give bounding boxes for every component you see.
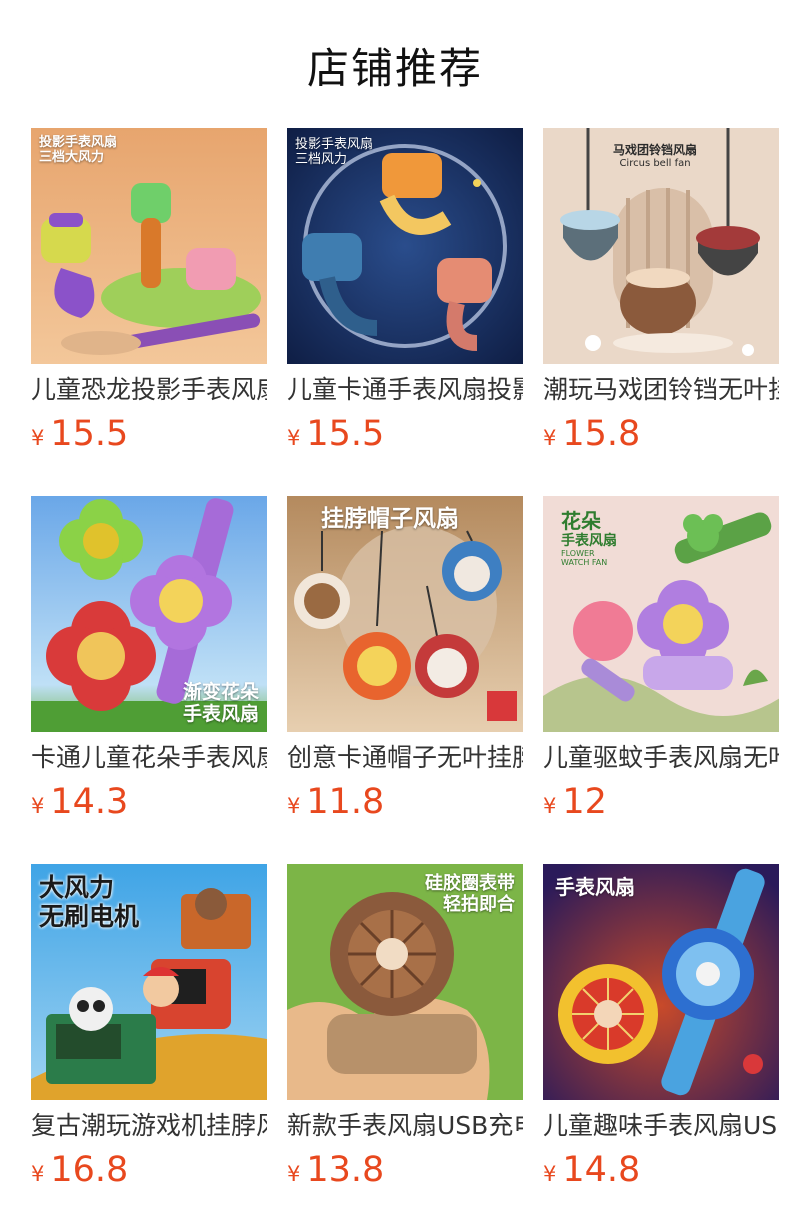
currency-symbol: ¥ bbox=[31, 426, 45, 450]
image-text: 投影手表风扇 bbox=[39, 135, 118, 150]
product-price: ¥ 12 bbox=[543, 782, 607, 826]
product-card[interactable]: 挂脖帽子风扇 创意卡通帽子无叶挂脖风扇 ¥ 11.8 bbox=[287, 496, 523, 836]
price-value: 11.8 bbox=[306, 782, 385, 822]
image-text: Circus bell fan bbox=[619, 157, 691, 169]
product-price: ¥ 15.8 bbox=[543, 414, 640, 458]
product-card[interactable]: 花朵 手表风扇 FLOWER WATCH FAN 儿童驱蚊手表风扇无叶 ¥ 12 bbox=[543, 496, 779, 836]
price-value: 15.5 bbox=[50, 414, 129, 454]
product-image[interactable]: 投影手表风扇 三档大风力 bbox=[31, 128, 267, 364]
image-text: 花朵 bbox=[561, 509, 601, 533]
product-price: ¥ 16.8 bbox=[31, 1150, 128, 1194]
product-title[interactable]: 潮玩马戏团铃铛无叶挂脖风扇 bbox=[543, 372, 779, 408]
product-title[interactable]: 儿童恐龙投影手表风扇 bbox=[31, 372, 267, 408]
price-value: 14.8 bbox=[562, 1150, 641, 1190]
product-card[interactable]: 马戏团铃铛风扇 Circus bell fan 潮玩马戏团铃铛无叶挂脖风扇 ¥ … bbox=[543, 128, 779, 468]
price-value: 15.8 bbox=[562, 414, 641, 454]
product-price: ¥ 15.5 bbox=[287, 414, 384, 458]
product-image[interactable]: 硅胶圈表带 轻拍即合 bbox=[287, 864, 523, 1100]
product-price: ¥ 15.5 bbox=[31, 414, 128, 458]
product-image[interactable]: 渐变花朵 手表风扇 bbox=[31, 496, 267, 732]
currency-symbol: ¥ bbox=[543, 1162, 557, 1186]
image-text: 马戏团铃铛风扇 bbox=[613, 143, 698, 157]
product-title[interactable]: 儿童趣味手表风扇USB bbox=[543, 1108, 779, 1144]
product-price: ¥ 14.3 bbox=[31, 782, 128, 826]
product-image[interactable]: 投影手表风扇 三档风力 bbox=[287, 128, 523, 364]
product-price: ¥ 11.8 bbox=[287, 782, 384, 826]
product-title[interactable]: 创意卡通帽子无叶挂脖风扇 bbox=[287, 740, 523, 776]
image-text: FLOWER bbox=[561, 549, 595, 559]
image-text: WATCH FAN bbox=[561, 558, 608, 568]
product-image[interactable]: 花朵 手表风扇 FLOWER WATCH FAN bbox=[543, 496, 779, 732]
currency-symbol: ¥ bbox=[543, 426, 557, 450]
currency-symbol: ¥ bbox=[31, 1162, 45, 1186]
image-text: 手表风扇 bbox=[561, 533, 617, 549]
image-text: 三档风力 bbox=[295, 151, 348, 167]
product-title[interactable]: 卡通儿童花朵手表风扇 bbox=[31, 740, 267, 776]
product-card[interactable]: 投影手表风扇 三档大风力 儿童恐龙投影手表风扇 ¥ 15.5 bbox=[31, 128, 267, 468]
image-text: 手表风扇 bbox=[182, 703, 259, 726]
image-text: 渐变花朵 bbox=[182, 681, 259, 704]
product-image[interactable]: 大风力 无刷电机 bbox=[31, 864, 267, 1100]
product-card[interactable]: 手表风扇 儿童趣味手表风扇USB ¥ 14.8 bbox=[543, 864, 779, 1204]
product-title[interactable]: 新款手表风扇USB充电 bbox=[287, 1108, 523, 1144]
product-title[interactable]: 儿童卡通手表风扇投影 bbox=[287, 372, 523, 408]
price-value: 14.3 bbox=[50, 782, 129, 822]
product-title[interactable]: 复古潮玩游戏机挂脖风扇 bbox=[31, 1108, 267, 1144]
image-text: 无刷电机 bbox=[39, 901, 140, 931]
product-image[interactable]: 手表风扇 bbox=[543, 864, 779, 1100]
image-text: 硅胶圈表带 bbox=[425, 873, 515, 894]
image-text: 挂脖帽子风扇 bbox=[321, 506, 459, 532]
image-text: 投影手表风扇 bbox=[295, 137, 374, 152]
product-image[interactable]: 挂脖帽子风扇 bbox=[287, 496, 523, 732]
price-value: 12 bbox=[562, 782, 607, 822]
image-text: 大风力 bbox=[39, 873, 115, 902]
currency-symbol: ¥ bbox=[287, 1162, 301, 1186]
product-price: ¥ 14.8 bbox=[543, 1150, 640, 1194]
currency-symbol: ¥ bbox=[31, 794, 45, 818]
product-grid: 投影手表风扇 三档大风力 儿童恐龙投影手表风扇 ¥ 15.5 投影手表风扇 三档… bbox=[0, 0, 790, 1232]
image-text: 手表风扇 bbox=[555, 875, 635, 899]
image-text: 三档大风力 bbox=[39, 149, 105, 165]
image-text: 轻拍即合 bbox=[443, 893, 515, 915]
currency-symbol: ¥ bbox=[543, 794, 557, 818]
product-card[interactable]: 大风力 无刷电机 复古潮玩游戏机挂脖风扇 ¥ 16.8 bbox=[31, 864, 267, 1204]
product-card[interactable]: 投影手表风扇 三档风力 儿童卡通手表风扇投影 ¥ 15.5 bbox=[287, 128, 523, 468]
product-image[interactable]: 马戏团铃铛风扇 Circus bell fan bbox=[543, 128, 779, 364]
product-price: ¥ 13.8 bbox=[287, 1150, 384, 1194]
currency-symbol: ¥ bbox=[287, 794, 301, 818]
price-value: 13.8 bbox=[306, 1150, 385, 1190]
currency-symbol: ¥ bbox=[287, 426, 301, 450]
price-value: 16.8 bbox=[50, 1150, 129, 1190]
product-card[interactable]: 硅胶圈表带 轻拍即合 新款手表风扇USB充电 ¥ 13.8 bbox=[287, 864, 523, 1204]
product-title[interactable]: 儿童驱蚊手表风扇无叶 bbox=[543, 740, 779, 776]
product-card[interactable]: 渐变花朵 手表风扇 卡通儿童花朵手表风扇 ¥ 14.3 bbox=[31, 496, 267, 836]
price-value: 15.5 bbox=[306, 414, 385, 454]
